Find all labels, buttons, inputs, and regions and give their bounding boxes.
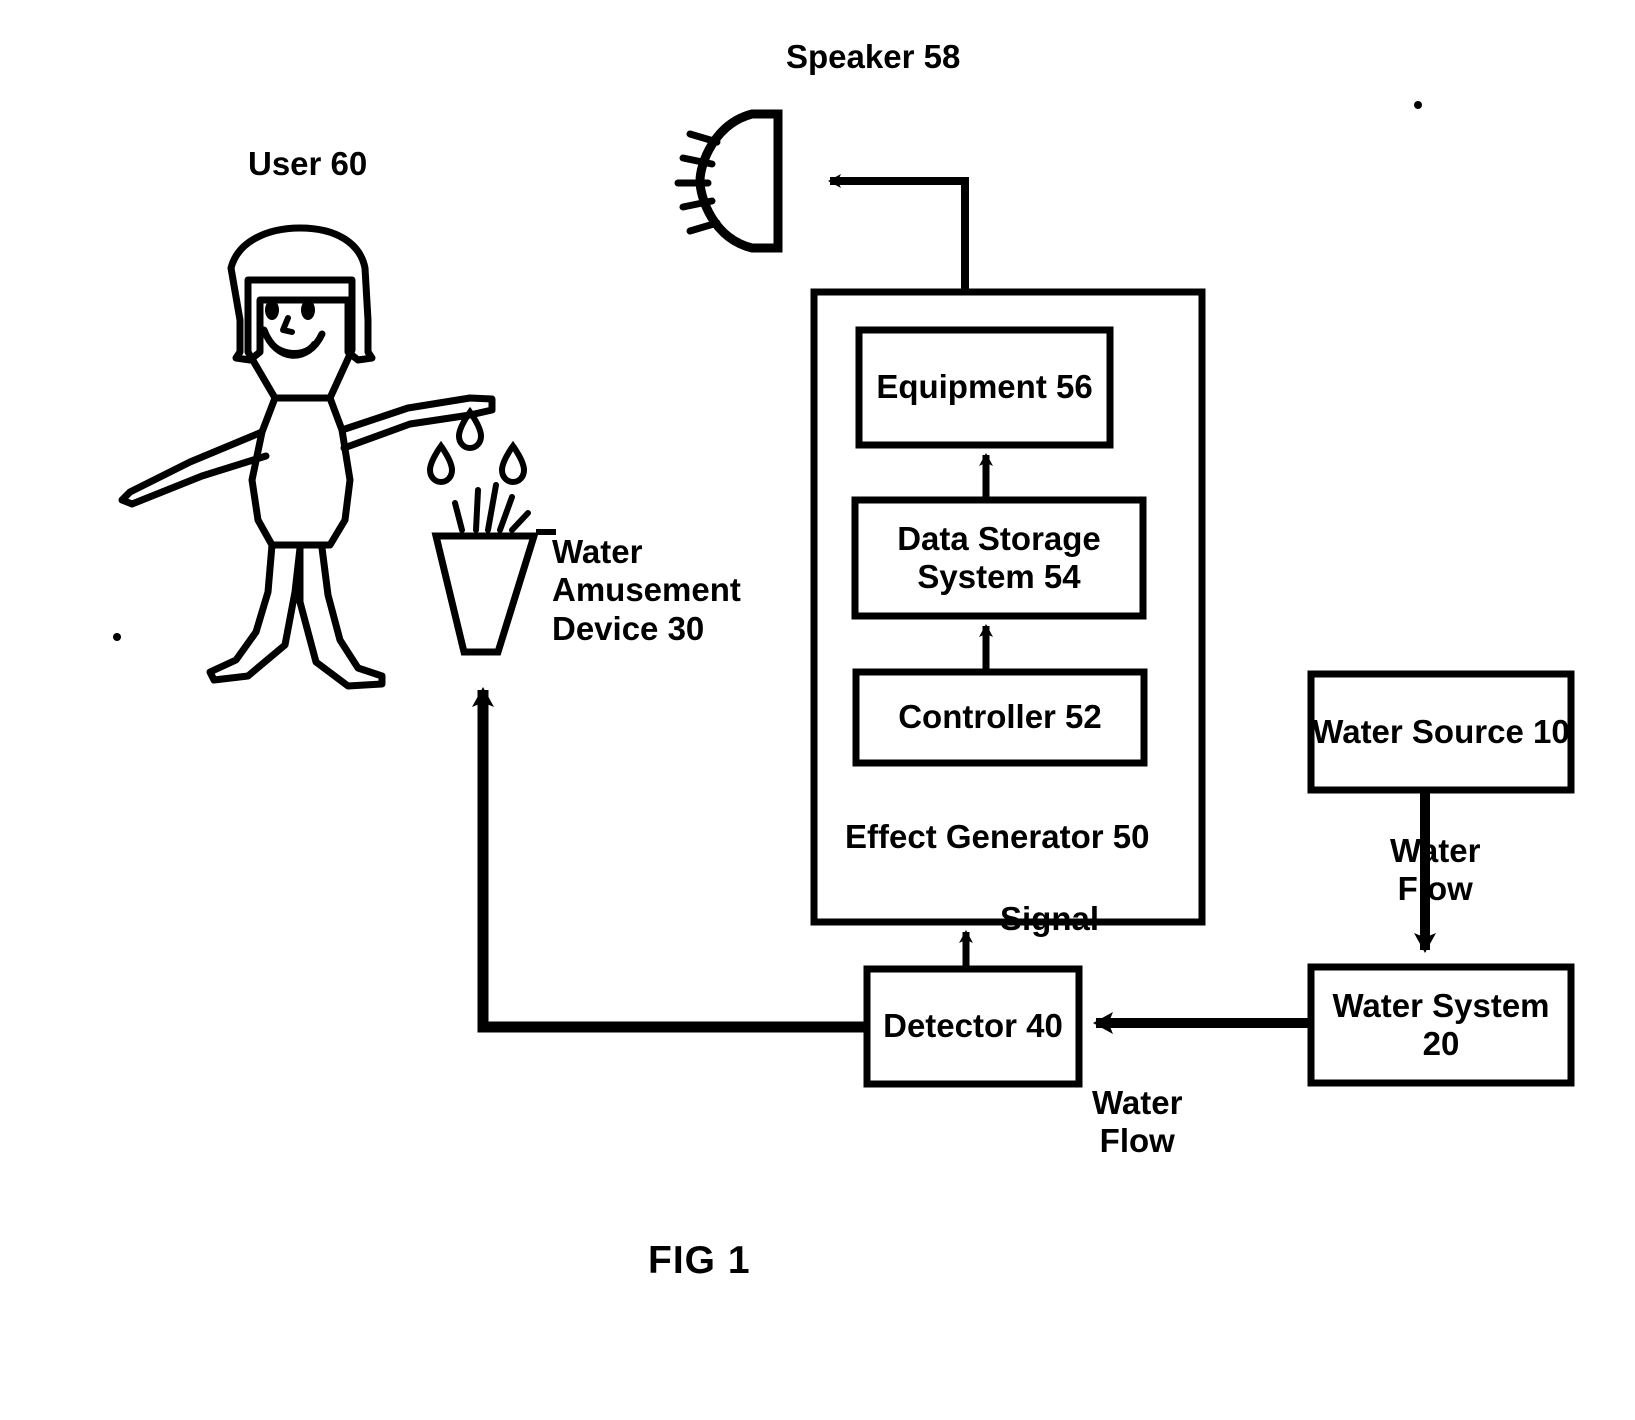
equipment-label: Equipment 56 xyxy=(876,368,1093,406)
water-spray-lines-icon xyxy=(452,482,531,533)
figure-caption: FIG 1 xyxy=(648,1239,751,1282)
effect-generator-label: Effect Generator 50 xyxy=(845,818,1150,855)
user-label: User 60 xyxy=(248,145,368,182)
water-droplet-icon xyxy=(426,406,528,486)
data-storage-label: Data Storage System 54 xyxy=(897,519,1101,595)
speaker-label: Speaker 58 xyxy=(786,38,961,75)
water-source-label: Water Source 10 xyxy=(1312,712,1570,750)
speaker-icon xyxy=(674,109,783,253)
scan-artifact-dot xyxy=(1414,101,1422,109)
signal-label: Signal xyxy=(1000,900,1100,937)
water-flow-bottom-label: Water Flow xyxy=(1092,1084,1183,1160)
figure-canvas: Speaker 58 User 60 Water Amusement Devic… xyxy=(0,0,1635,1420)
controller-label: Controller 52 xyxy=(898,698,1102,736)
connector-effectgen-to-speaker xyxy=(828,174,969,292)
water-amusement-device-label: Water Amusement Device 30 xyxy=(552,533,741,647)
connector-detector-to-device xyxy=(472,687,867,1033)
detector-label: Detector 40 xyxy=(883,1007,1063,1045)
water-system-label: Water System 20 xyxy=(1332,986,1550,1062)
scan-artifact-dot xyxy=(113,633,121,641)
water-nozzle-icon xyxy=(431,532,539,656)
water-flow-right-label: Water Flow xyxy=(1390,832,1481,908)
